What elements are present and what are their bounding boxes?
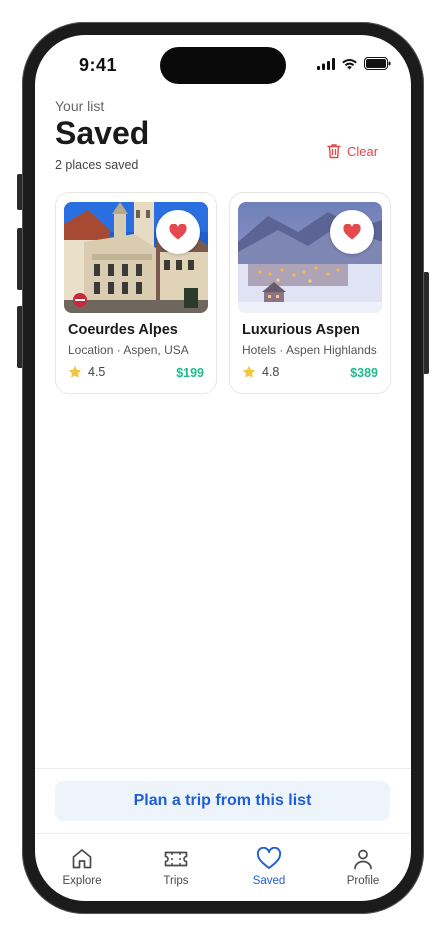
status-icons (317, 57, 391, 70)
heart-icon (256, 847, 282, 869)
heart-filled-icon (169, 224, 187, 240)
place-price: $199 (176, 366, 204, 380)
star-icon (68, 365, 82, 378)
cellular-signal-icon (317, 57, 335, 70)
clear-label: Clear (347, 143, 379, 159)
saved-card[interactable]: Luxurious Aspen Hotels · Aspen Highlands… (229, 192, 391, 394)
person-icon (354, 849, 372, 870)
place-rating: 4.8 (242, 365, 279, 379)
place-name: Luxurious Aspen (242, 322, 360, 338)
trash-icon (327, 144, 341, 159)
clear-button[interactable]: Clear (327, 143, 378, 159)
dynamic-island (160, 47, 286, 84)
status-time: 9:41 (79, 55, 118, 75)
star-icon (242, 365, 256, 378)
screen: 9:41 Your list Saved 2 places saved Clea… (35, 35, 411, 901)
tab-label: Explore (62, 875, 102, 887)
home-icon (72, 849, 92, 869)
tab-label: Saved (252, 875, 286, 887)
rating-value: 4.8 (262, 365, 280, 379)
saved-count: 2 places saved (55, 158, 139, 172)
tab-label: Profile (346, 875, 380, 887)
battery-icon (364, 57, 391, 70)
tab-saved[interactable]: Saved (234, 847, 304, 887)
place-rating: 4.5 (68, 365, 105, 379)
ticket-icon (164, 851, 188, 867)
place-image (64, 202, 208, 313)
rating-value: 4.5 (88, 365, 106, 379)
plan-trip-button[interactable]: Plan a trip from this list (55, 781, 390, 821)
list-eyebrow: Your list (55, 98, 105, 114)
tab-label: Trips (163, 875, 189, 887)
divider (35, 768, 411, 769)
tab-trips[interactable]: Trips (141, 847, 211, 887)
heart-filled-icon (343, 224, 361, 240)
place-price: $389 (350, 366, 378, 380)
unsave-button[interactable] (330, 210, 374, 254)
tab-bar-divider (35, 833, 411, 834)
wifi-icon (342, 58, 357, 69)
unsave-button[interactable] (156, 210, 200, 254)
place-name: Coeurdes Alpes (68, 322, 178, 338)
tab-explore[interactable]: Explore (47, 847, 117, 887)
page-title: Saved (55, 115, 150, 151)
tab-profile[interactable]: Profile (328, 847, 398, 887)
place-location: Location · Aspen, USA (68, 343, 189, 357)
place-image (238, 202, 382, 313)
status-bar: 9:41 (35, 35, 411, 95)
saved-card[interactable]: Coeurdes Alpes Location · Aspen, USA 4.5… (55, 192, 217, 394)
place-location: Hotels · Aspen Highlands (242, 343, 377, 357)
phone-frame: 9:41 Your list Saved 2 places saved Clea… (22, 22, 424, 914)
